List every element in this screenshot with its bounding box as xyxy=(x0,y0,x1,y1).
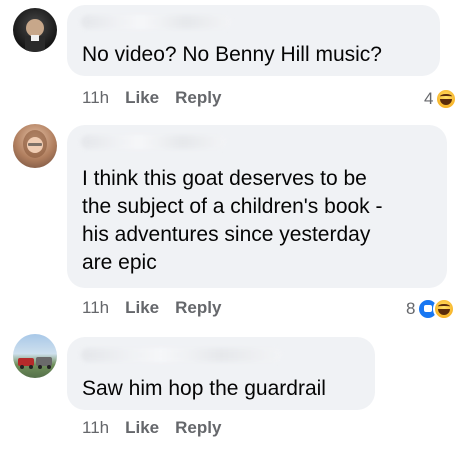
comment-bubble: I think this goat deserves to be the sub… xyxy=(67,125,447,288)
comment-text-line: are epic xyxy=(82,251,157,274)
comment-time[interactable]: 11h xyxy=(82,418,109,438)
comment-time[interactable]: 11h xyxy=(82,88,109,108)
avatar[interactable] xyxy=(13,334,57,378)
reply-button[interactable]: Reply xyxy=(175,88,221,108)
like-button[interactable]: Like xyxy=(125,88,159,108)
comment-text-line: his adventures since yesterday xyxy=(82,223,371,246)
comment-actions: 11h Like Reply xyxy=(82,88,221,108)
haha-icon xyxy=(435,88,458,110)
reaction-summary[interactable]: 4 xyxy=(424,88,458,110)
comment-bubble: No video? No Benny Hill music? xyxy=(67,5,440,76)
comment-text: Saw him hop the guardrail xyxy=(82,377,326,400)
haha-icon xyxy=(433,298,456,320)
comment-text-line: the subject of a children's book - xyxy=(82,195,383,218)
avatar[interactable] xyxy=(13,124,57,168)
avatar[interactable] xyxy=(13,8,57,52)
like-button[interactable]: Like xyxy=(125,298,159,318)
reaction-count: 8 xyxy=(406,299,416,318)
author-name-redacted[interactable] xyxy=(81,15,231,29)
reply-button[interactable]: Reply xyxy=(175,418,221,438)
reply-button[interactable]: Reply xyxy=(175,298,221,318)
author-name-redacted[interactable] xyxy=(81,348,281,362)
like-button[interactable]: Like xyxy=(125,418,159,438)
reaction-count: 4 xyxy=(424,89,434,108)
reaction-summary[interactable]: 8 xyxy=(406,298,456,320)
comment-time[interactable]: 11h xyxy=(82,298,109,318)
comment-actions: 11h Like Reply xyxy=(82,418,221,438)
comment-text-line: I think this goat deserves to be xyxy=(82,167,367,190)
author-name-redacted[interactable] xyxy=(81,135,226,149)
comment-text: No video? No Benny Hill music? xyxy=(82,43,382,66)
comment-actions: 11h Like Reply xyxy=(82,298,221,318)
comment-bubble: Saw him hop the guardrail xyxy=(67,337,375,410)
